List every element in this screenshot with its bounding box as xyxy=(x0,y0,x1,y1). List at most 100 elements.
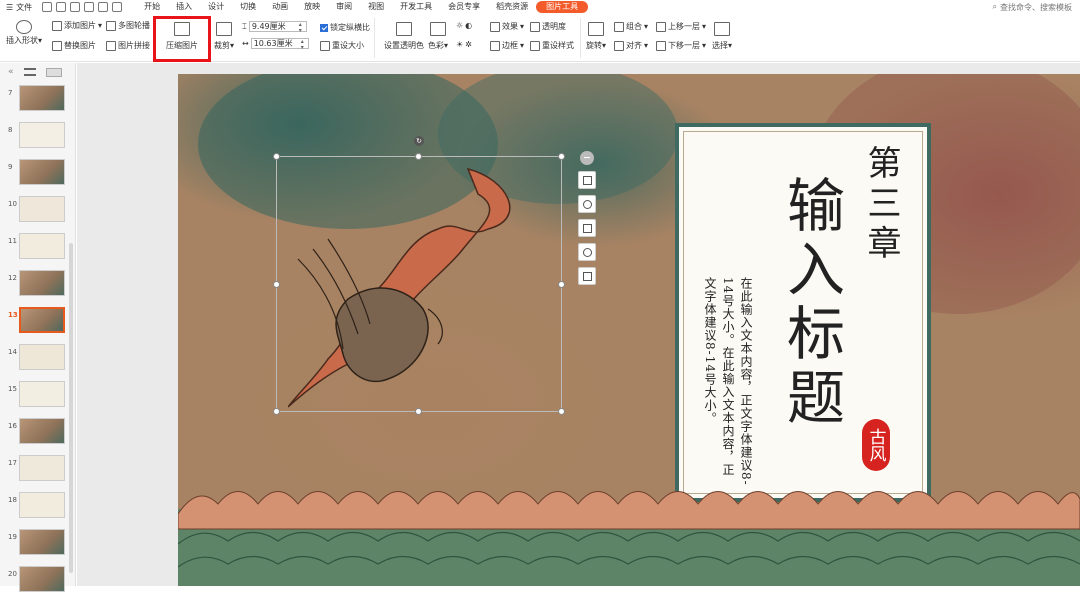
crop-button[interactable]: 裁剪▾ xyxy=(214,22,234,51)
select-button[interactable]: 选择▾ xyxy=(712,22,732,51)
align-button[interactable]: 对齐 ▾ xyxy=(614,40,648,51)
layers-icon[interactable] xyxy=(578,171,596,189)
slide-thumbnail[interactable]: 10 xyxy=(0,196,76,226)
tab-slideshow[interactable]: 放映 xyxy=(296,0,328,14)
slide-number: 14 xyxy=(8,348,17,356)
set-transparent-color-button[interactable]: 设置透明色 xyxy=(384,22,424,51)
slide-thumbnail-selected[interactable]: 13 xyxy=(0,307,76,337)
add-picture-button[interactable]: 添加图片 ▾ xyxy=(52,20,102,31)
picture-stitch-button[interactable]: 图片拼接 xyxy=(106,40,150,51)
transparency-button[interactable]: 透明度 xyxy=(530,21,566,32)
slide-thumbnail[interactable]: 11 xyxy=(0,233,76,263)
slide-number: 18 xyxy=(8,496,17,504)
reset-size-button[interactable]: 重设大小 xyxy=(320,40,364,51)
slide-thumbnail[interactable]: 8 xyxy=(0,122,76,152)
export-pdf-icon[interactable] xyxy=(56,2,67,12)
crop-tool-icon[interactable] xyxy=(578,219,596,237)
outline-view-icon[interactable] xyxy=(23,68,36,76)
file-menu[interactable]: ☰ 文件 xyxy=(0,2,38,13)
zoom-in-icon[interactable] xyxy=(578,195,596,213)
ai-lightbulb-icon[interactable] xyxy=(578,243,596,261)
replace-picture-button[interactable]: 替换图片 xyxy=(52,40,96,51)
tab-docer-resources[interactable]: 稻壳资源 xyxy=(488,0,536,14)
resize-handle-top-right[interactable] xyxy=(558,153,565,160)
undo-icon[interactable] xyxy=(98,2,109,12)
group-button[interactable]: 组合 ▾ xyxy=(614,21,648,32)
slide-title[interactable]: 输入标题 xyxy=(769,175,853,431)
brightness-quick[interactable]: ☀ ✲ xyxy=(456,40,472,49)
slide-thumbnail[interactable]: 9 xyxy=(0,159,76,189)
brightness-down-icon: ☀ xyxy=(456,40,464,49)
slide-preview xyxy=(19,122,65,148)
slide-thumbnail[interactable]: 12 xyxy=(0,270,76,300)
resize-handle-top-left[interactable] xyxy=(273,153,280,160)
multi-picture-carousel-button[interactable]: 多图轮播 xyxy=(106,20,150,31)
width-input[interactable]: 10.63厘米 xyxy=(250,38,309,50)
rotate-handle-icon[interactable]: ↻ xyxy=(414,136,424,146)
picture-edit-icon[interactable] xyxy=(578,267,596,285)
chapter-heading[interactable]: 第三章 xyxy=(857,145,906,265)
tab-review[interactable]: 审阅 xyxy=(328,0,360,14)
tab-transitions[interactable]: 切换 xyxy=(232,0,264,14)
slide-thumbnail[interactable]: 7 xyxy=(0,85,76,115)
slide-preview xyxy=(19,418,65,444)
thumbnail-view-icon[interactable] xyxy=(45,67,62,77)
tab-animations[interactable]: 动画 xyxy=(264,0,296,14)
rotate-cw-quick[interactable]: ☼ ◐ xyxy=(456,21,472,30)
reset-size-icon xyxy=(320,40,330,51)
redo-icon[interactable] xyxy=(112,2,123,12)
minus-icon[interactable] xyxy=(580,151,594,165)
bring-forward-icon xyxy=(656,21,666,32)
slide-thumbnail[interactable]: 14 xyxy=(0,344,76,374)
save-icon[interactable] xyxy=(42,2,53,12)
insert-shape-button[interactable]: 插入形状▾ xyxy=(6,20,42,46)
collapse-pane-icon[interactable]: « xyxy=(8,67,14,77)
effect-icon xyxy=(490,21,500,32)
send-backward-button[interactable]: 下移一层 ▾ xyxy=(656,40,706,51)
command-search[interactable]: ⌕ 查找命令、搜索模板 xyxy=(993,2,1072,13)
resize-handle-bottom-left[interactable] xyxy=(273,408,280,415)
resize-handle-right[interactable] xyxy=(558,281,565,288)
print-icon[interactable] xyxy=(70,2,81,12)
bring-forward-label: 上移一层 xyxy=(668,22,700,31)
slide-thumbnail[interactable]: 20 xyxy=(0,566,76,596)
replace-picture-label: 替换图片 xyxy=(64,41,96,50)
bring-forward-button[interactable]: 上移一层 ▾ xyxy=(656,21,706,32)
tab-insert[interactable]: 插入 xyxy=(168,0,200,14)
reset-style-button[interactable]: 重设样式 xyxy=(530,40,574,51)
tab-design[interactable]: 设计 xyxy=(200,0,232,14)
print-preview-icon[interactable] xyxy=(84,2,95,12)
body-text[interactable]: 在此输入文本内容，正文字体建议8-14号大小。在此输入文本内容，正文字体建议8-… xyxy=(701,277,755,487)
title-card[interactable]: 第三章 输入标题 在此输入文本内容，正文字体建议8-14号大小。在此输入文本内容… xyxy=(675,123,931,502)
height-input[interactable]: 9.49厘米 xyxy=(248,21,307,33)
resize-handle-bottom[interactable] xyxy=(415,408,422,415)
tab-view[interactable]: 视图 xyxy=(360,0,392,14)
resize-handle-bottom-right[interactable] xyxy=(558,408,565,415)
reset-style-label: 重设样式 xyxy=(542,41,574,50)
resize-handle-top[interactable] xyxy=(415,153,422,160)
tab-picture-tools[interactable]: 图片工具 xyxy=(536,1,589,13)
slide-number: 8 xyxy=(8,126,13,134)
slide-thumbnail[interactable]: 18 xyxy=(0,492,76,522)
slide-thumbnail[interactable]: 17 xyxy=(0,455,76,485)
slide-thumbnail[interactable]: 15 xyxy=(0,381,76,411)
crop-icon xyxy=(216,22,232,36)
reset-size-label: 重设大小 xyxy=(332,41,364,50)
tab-member[interactable]: 会员专享 xyxy=(440,0,488,14)
slide-thumbnail[interactable]: 19 xyxy=(0,529,76,559)
effect-button[interactable]: 效果 ▾ xyxy=(490,21,524,32)
rotate-button[interactable]: 旋转▾ xyxy=(586,22,606,51)
slide-number: 7 xyxy=(8,89,13,97)
border-button[interactable]: 边框 ▾ xyxy=(490,40,524,51)
floating-image-toolbar xyxy=(578,151,596,291)
lock-ratio-checkbox[interactable]: 锁定纵横比 xyxy=(320,22,370,33)
tab-developer[interactable]: 开发工具 xyxy=(392,0,440,14)
tab-home[interactable]: 开始 xyxy=(136,0,168,14)
resize-handle-left[interactable] xyxy=(273,281,280,288)
crop-label: 裁剪 xyxy=(214,41,230,50)
color-button[interactable]: 色彩▾ xyxy=(428,22,448,51)
replace-picture-icon xyxy=(52,40,62,51)
multi-picture-label: 多图轮播 xyxy=(118,21,150,30)
slide-thumbnail[interactable]: 16 xyxy=(0,418,76,448)
thumbnail-scrollbar[interactable] xyxy=(69,243,73,573)
